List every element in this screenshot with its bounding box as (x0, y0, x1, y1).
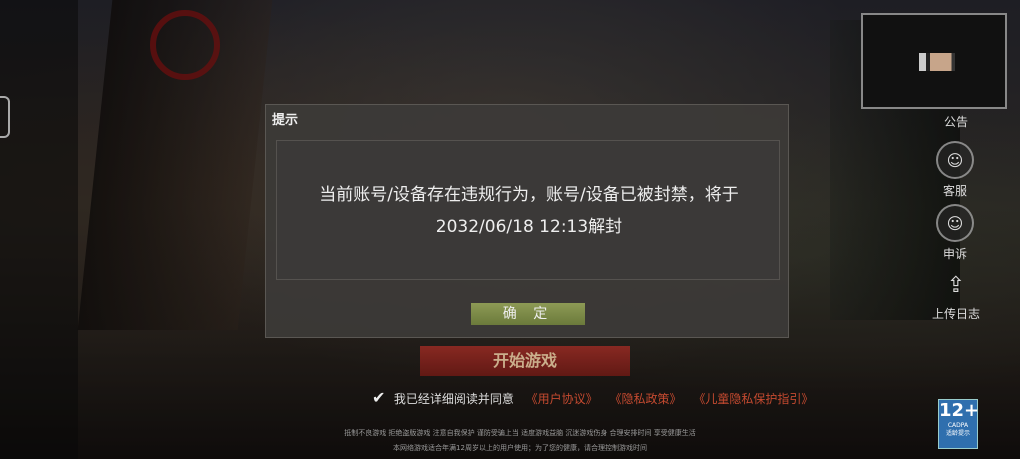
side-drawer-handle[interactable] (0, 96, 10, 138)
upload-log-button[interactable]: ⇪ 上传日志 (932, 268, 980, 322)
service-button[interactable]: ☺ 客服 (935, 141, 975, 199)
dialog-title: 提示 (272, 113, 299, 128)
dialog-message-panel: 当前账号/设备存在违规行为，账号/设备已被封禁，将于2032/06/18 12:… (276, 140, 780, 280)
left-dark-strip (0, 0, 78, 459)
health-notice-line1: 抵制不良游戏 拒绝盗版游戏 注意自我保护 谨防受骗上当 适度游戏益脑 沉迷游戏伤… (344, 429, 696, 437)
headset-icon: ☺ (936, 141, 974, 179)
age-rating-org: CADPA (947, 422, 969, 429)
agreement-text: 我已经详细阅读并同意 (393, 392, 514, 406)
user-agreement-link[interactable]: 《用户协议》 (526, 392, 598, 406)
ban-message: 当前账号/设备存在违规行为，账号/设备已被封禁，将于2032/06/18 12:… (319, 185, 739, 237)
age-rating-note: 适龄提示 (945, 430, 970, 437)
age-rating-badge[interactable]: 12+ CADPA 适龄提示 (938, 399, 980, 449)
child-privacy-link[interactable]: 《儿童隐私保护指引》 (693, 392, 813, 406)
age-rating-value: 12+ (939, 400, 980, 421)
upload-icon: ⇪ (946, 272, 966, 298)
video-preview[interactable] (861, 13, 1007, 109)
confirm-button[interactable]: 确 定 (471, 303, 585, 325)
service-label: 客服 (942, 184, 967, 198)
notice-dialog: 提示 当前账号/设备存在违规行为，账号/设备已被封禁，将于2032/06/18 … (265, 104, 789, 338)
appeal-icon: ☺ (936, 204, 974, 242)
privacy-policy-link[interactable]: 《隐私政策》 (610, 392, 682, 406)
announcement-label[interactable]: 公告 (944, 113, 968, 130)
upload-log-label: 上传日志 (932, 307, 981, 321)
health-notice-line2: 本网络游戏适合年满12周岁以上的用户使用；为了您的健康，请合理控制游戏时间 (393, 444, 647, 452)
agreement-row: ✔ 我已经详细阅读并同意 《用户协议》 《隐私政策》 《儿童隐私保护指引》 (372, 388, 813, 407)
appeal-label: 申诉 (942, 247, 967, 261)
start-game-button[interactable]: 开始游戏 (420, 346, 630, 376)
appeal-button[interactable]: ☺ 申诉 (935, 204, 975, 262)
checkmark-icon[interactable]: ✔ (372, 388, 390, 407)
video-face-thumbnail (919, 53, 955, 71)
